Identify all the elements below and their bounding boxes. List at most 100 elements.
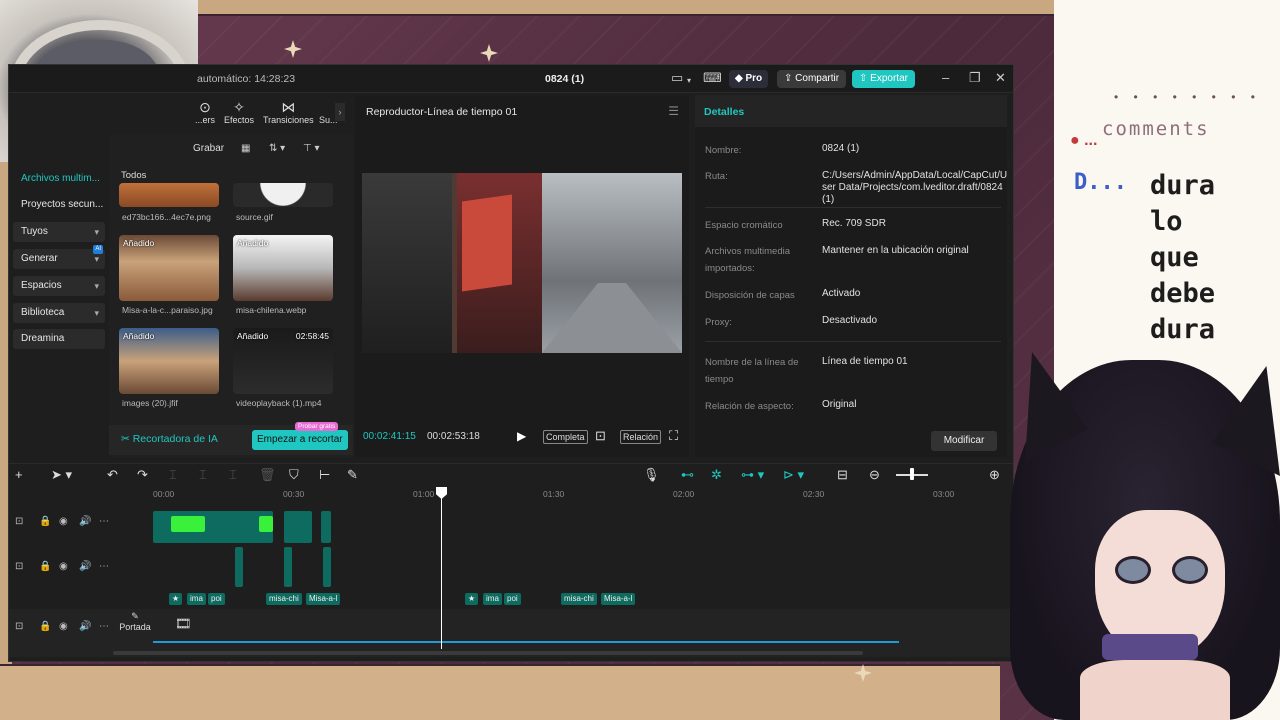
media-thumbnail[interactable]: Añadido xyxy=(119,328,219,394)
crop-icon[interactable]: ⊡ xyxy=(595,428,606,444)
keyboard-icon[interactable]: ⌨ xyxy=(703,71,722,85)
split-right-icon[interactable]: ⌶ xyxy=(229,467,237,483)
lock-icon[interactable]: 🔒 xyxy=(39,516,51,527)
export-button[interactable]: ⇧ Exportar xyxy=(852,70,915,88)
sidebar-item-spaces[interactable]: Espacios ▾ xyxy=(13,276,105,296)
more-icon[interactable]: ⋯ xyxy=(99,516,109,527)
eye-icon[interactable]: ◉ xyxy=(59,621,68,632)
film-icon[interactable]: 🎞 xyxy=(175,616,192,632)
more-icon[interactable]: ⋯ xyxy=(99,561,109,572)
freeze-icon[interactable]: ⊢ xyxy=(319,467,330,483)
split-left-icon[interactable]: ⌶ xyxy=(199,467,207,483)
track-toggle-icon[interactable]: ⊡ xyxy=(15,621,23,632)
caption-icon[interactable]: ⊟ xyxy=(837,467,848,483)
playhead[interactable] xyxy=(441,489,442,649)
tab-transitions[interactable]: ⋈ Transiciones xyxy=(263,99,314,125)
audio-icon[interactable]: 🔊 xyxy=(79,561,91,572)
filter-icon[interactable]: ⊤ ▾ xyxy=(303,143,320,154)
close-icon[interactable]: ✕ xyxy=(995,70,1006,86)
clip-label[interactable]: misa-chi xyxy=(266,593,302,605)
full-quality-button[interactable]: Completa xyxy=(543,430,588,444)
magnet-icon[interactable]: ✲ xyxy=(711,467,722,483)
play-icon[interactable]: ▶ xyxy=(517,429,526,443)
undo-icon[interactable]: ↶ xyxy=(107,467,118,483)
pro-button[interactable]: ◆ Pro xyxy=(729,70,769,88)
lock-icon[interactable]: 🔒 xyxy=(39,621,51,632)
cover-button[interactable]: ✎ Portada xyxy=(113,611,157,647)
eye-icon[interactable]: ◉ xyxy=(59,561,68,572)
sidebar-item-generate[interactable]: Generar AI ▾ xyxy=(13,245,105,269)
preview-axis-icon[interactable]: ⊳ ▾ xyxy=(783,467,804,483)
layout-icon[interactable]: ▭ xyxy=(671,71,683,85)
detail-value: Mantener en la ubicación original xyxy=(822,245,969,256)
chevron-down-icon[interactable]: ▾ xyxy=(687,74,691,88)
sidebar-item-yours[interactable]: Tuyos ▾ xyxy=(13,222,105,242)
sidebar-item-library[interactable]: Biblioteca ▾ xyxy=(13,303,105,323)
tabs-next-icon[interactable]: › xyxy=(335,103,345,121)
media-thumbnail[interactable]: Añadido xyxy=(233,235,333,301)
clip-label[interactable]: poi xyxy=(504,593,521,605)
track-toggle-icon[interactable]: ⊡ xyxy=(15,516,23,527)
zoom-slider-handle[interactable] xyxy=(910,468,914,480)
start-cut-button[interactable]: Empezar a recortar xyxy=(252,430,348,450)
clip-label[interactable]: Misa-a-l xyxy=(306,593,341,605)
clip-label[interactable]: Misa-a-l xyxy=(601,593,636,605)
divider xyxy=(705,341,1001,342)
sidebar-item-subprojects[interactable]: Proyectos secun... xyxy=(13,195,105,215)
audio-icon[interactable]: 🔊 xyxy=(79,516,91,527)
clip-label[interactable]: ima xyxy=(187,593,206,605)
modify-button[interactable]: Modificar xyxy=(931,431,997,451)
select-tool-icon[interactable]: ➤ ▾ xyxy=(51,467,72,483)
clip-label[interactable]: ★ xyxy=(465,593,479,605)
sort-icon[interactable]: ⇅ ▾ xyxy=(269,143,285,154)
eye-icon[interactable]: ◉ xyxy=(59,516,68,527)
audio-icon[interactable]: 🔊 xyxy=(79,621,91,632)
clip-label[interactable]: ★ xyxy=(169,593,183,605)
zoom-in-icon[interactable]: ⊕ xyxy=(989,467,1000,483)
timeline-clip[interactable] xyxy=(259,516,273,532)
microphone-icon[interactable]: 🎙 xyxy=(643,467,660,483)
media-thumbnail[interactable]: Añadido 02:58:45 xyxy=(233,328,333,394)
lock-icon[interactable]: 🔒 xyxy=(39,561,51,572)
tab-stickers[interactable]: ⊙ ...ers xyxy=(195,99,215,125)
ratio-button[interactable]: Relación xyxy=(620,430,662,444)
track-toggle-icon[interactable]: ⊡ xyxy=(15,561,23,572)
add-icon[interactable]: + xyxy=(15,467,23,482)
record-button[interactable]: Grabar xyxy=(193,143,224,154)
menu-icon[interactable]: ☰ xyxy=(668,104,679,118)
timeline-clip[interactable] xyxy=(321,511,331,543)
minimize-icon[interactable]: – xyxy=(942,70,949,85)
sidebar-item-dreamina[interactable]: Dreamina xyxy=(13,329,105,349)
timeline-clip[interactable] xyxy=(284,547,292,587)
grid-view-icon[interactable]: ▦ xyxy=(241,143,250,154)
shield-icon[interactable]: ⛉ xyxy=(289,467,299,483)
snap-icon[interactable]: ⊶ ▾ xyxy=(741,467,764,483)
filter-all-label: Todos xyxy=(121,170,147,181)
video-preview[interactable] xyxy=(362,173,682,353)
media-thumbnail[interactable]: Añadido xyxy=(119,235,219,301)
tab-effects[interactable]: ✧ Efectos xyxy=(224,99,254,125)
timeline-clip[interactable] xyxy=(323,547,331,587)
zoom-out-icon[interactable]: ⊖ xyxy=(869,467,880,483)
timeline-clip[interactable] xyxy=(171,516,205,532)
edit-icon[interactable]: ✎ xyxy=(347,467,358,483)
split-icon[interactable]: ⌶ xyxy=(169,467,177,483)
link-icon[interactable]: ⊷ xyxy=(681,467,694,483)
maximize-icon[interactable]: ❐ xyxy=(969,70,981,86)
media-thumbnail[interactable] xyxy=(119,183,219,207)
sidebar-item-media[interactable]: Archivos multim... xyxy=(13,169,105,189)
sidebar-item-label: Espacios xyxy=(21,280,62,291)
horizontal-scrollbar[interactable] xyxy=(113,651,863,655)
timeline-clip[interactable] xyxy=(284,511,312,543)
clip-label[interactable]: ima xyxy=(483,593,502,605)
clip-label[interactable]: poi xyxy=(208,593,225,605)
fullscreen-icon[interactable]: ⛶ xyxy=(669,428,678,444)
delete-icon[interactable]: 🗑 xyxy=(259,467,276,483)
clip-label[interactable]: misa-chi xyxy=(561,593,597,605)
redo-icon[interactable]: ↷ xyxy=(137,467,148,483)
share-button[interactable]: ⇪ Compartir xyxy=(777,70,847,88)
media-thumbnail[interactable] xyxy=(233,183,333,207)
timeline-clip[interactable] xyxy=(235,547,243,587)
timeline-ruler[interactable]: 00:00 00:30 01:00 01:30 02:00 02:30 03:0… xyxy=(153,489,1003,503)
more-icon[interactable]: ⋯ xyxy=(99,621,109,632)
